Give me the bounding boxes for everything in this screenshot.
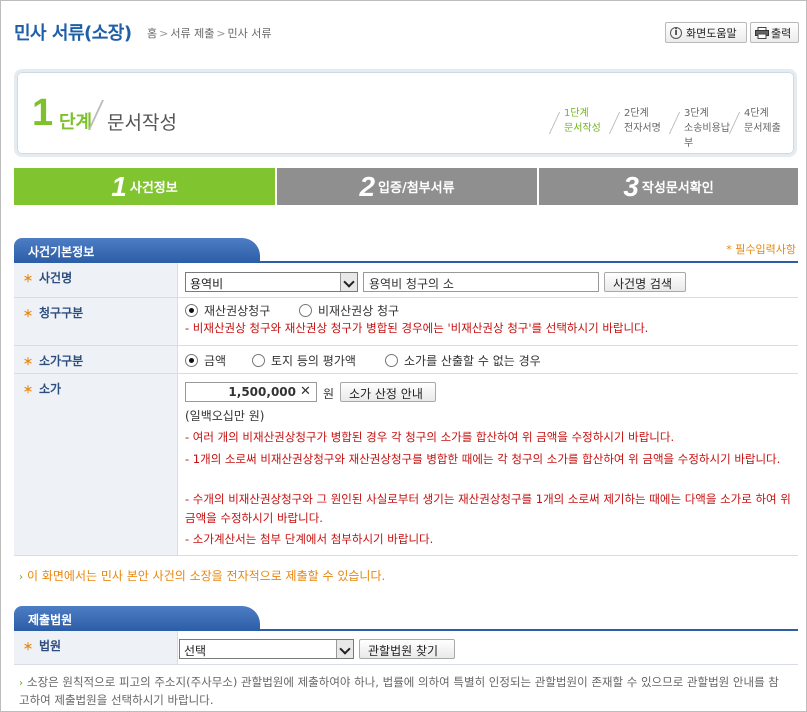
claim-type-warning: - 비재산권상 청구와 재산권상 청구가 병합된 경우에는 '비재산권상 청구'… [185,321,649,335]
court-select[interactable]: 선택 [179,639,354,659]
radio-nonproperty-claim[interactable]: 비재산권상 청구 [299,302,399,319]
help-button-label: 화면도움말 [686,26,737,40]
current-step-number: 1 [32,92,54,134]
breadcrumb-home[interactable]: 홈 [147,27,157,40]
breadcrumb: 홈 > 서류 제출 > 민사 서류 [147,27,272,40]
value-warning-4: - 소가계산서는 첨부 단계에서 첨부하시기 바랍니다. [185,532,434,546]
info-icon: i [670,26,682,39]
find-court-button[interactable]: 관할법원 찾기 [359,639,455,659]
tab-case-info[interactable]: 1 사건정보 [14,168,275,205]
step-indicator: 1 단계 문서작성 1단계 문서작성 2단계 전자서명 3단계 소송비용납부 4단계 문… [14,69,797,157]
tab-confirm[interactable]: 3 작성문서확인 [539,168,798,205]
printer-icon [755,26,769,39]
case-type-select[interactable]: 용역비 [185,272,358,292]
page-frame: 민사 서류(소장) 홈 > 서류 제출 > 민사 서류 i 화면도움말 출력 1 단계 … [0,0,807,712]
value-warning-2: - 1개의 소로써 비재산권상청구와 재산권상청구를 병합한 때에는 각 청구의… [185,452,781,466]
value-warning-3: - 수개의 비재산권상청구와 그 원인된 사실로부터 생기는 재산권상청구를 1… [185,492,791,525]
step-item-1: 1단계 문서작성 [548,106,612,151]
radio-amount[interactable]: 금액 [185,352,226,369]
value-unit: 원 [323,387,335,401]
help-button[interactable]: i 화면도움말 [665,22,747,43]
page-title: 민사 서류(소장) [14,23,132,44]
radio-property-claim[interactable]: 재산권상청구 [185,302,270,319]
current-step-unit: 단계 [59,112,93,133]
step-list: 1단계 문서작성 2단계 전자서명 3단계 소송비용납부 4단계 문서제출 [548,106,792,151]
case-name-search-button[interactable]: 사건명 검색 [604,272,686,292]
breadcrumb-submit[interactable]: 서류 제출 [170,27,214,40]
tab-evidence[interactable]: 2 입증/첨부서류 [277,168,537,205]
radio-uncalculable[interactable]: 소가를 산출할 수 없는 경우 [385,352,541,369]
chevron-right-icon: › [19,678,23,689]
clear-icon[interactable]: ✕ [300,384,311,399]
current-step-name: 문서작성 [107,112,177,134]
value-warning-1: - 여러 개의 비재산권상청구가 병합된 경우 각 청구의 소가를 합산하여 위… [185,430,675,444]
value-korean-amount: (일백오십만 원) [185,409,265,423]
sub-step-tabs: 1 사건정보 2 입증/첨부서류 3 작성문서확인 [14,168,798,205]
breadcrumb-civil[interactable]: 민사 서류 [228,27,272,40]
value-guide-button[interactable]: 소가 산정 안내 [340,382,436,402]
step-item-2: 2단계 전자서명 [608,106,672,151]
print-button[interactable]: 출력 [750,22,799,43]
print-button-label: 출력 [771,26,792,40]
value-amount-input[interactable]: 1,500,000 [185,382,317,402]
step-item-4: 4단계 문서제출 [728,106,792,151]
chevron-right-icon: › [19,572,23,583]
required-note: * 필수입력사항 [726,243,796,256]
chevron-down-icon [336,640,353,658]
case-name-input[interactable]: 용역비 청구의 소 [363,272,599,292]
chevron-down-icon [340,273,357,291]
court-note: › 소장은 원칙적으로 피고의 주소지(주사무소) 관할법원에 제출하여야 하나,… [19,675,779,707]
radio-land-value[interactable]: 토지 등의 평가액 [252,352,356,369]
page-header: 민사 서류(소장) 홈 > 서류 제출 > 민사 서류 i 화면도움말 출력 [1,1,806,49]
step-item-3: 3단계 소송비용납부 [668,106,732,151]
info-note: › 이 화면에서는 민사 본안 사건의 소장을 전자적으로 제출할 수 있습니다. [19,569,386,583]
